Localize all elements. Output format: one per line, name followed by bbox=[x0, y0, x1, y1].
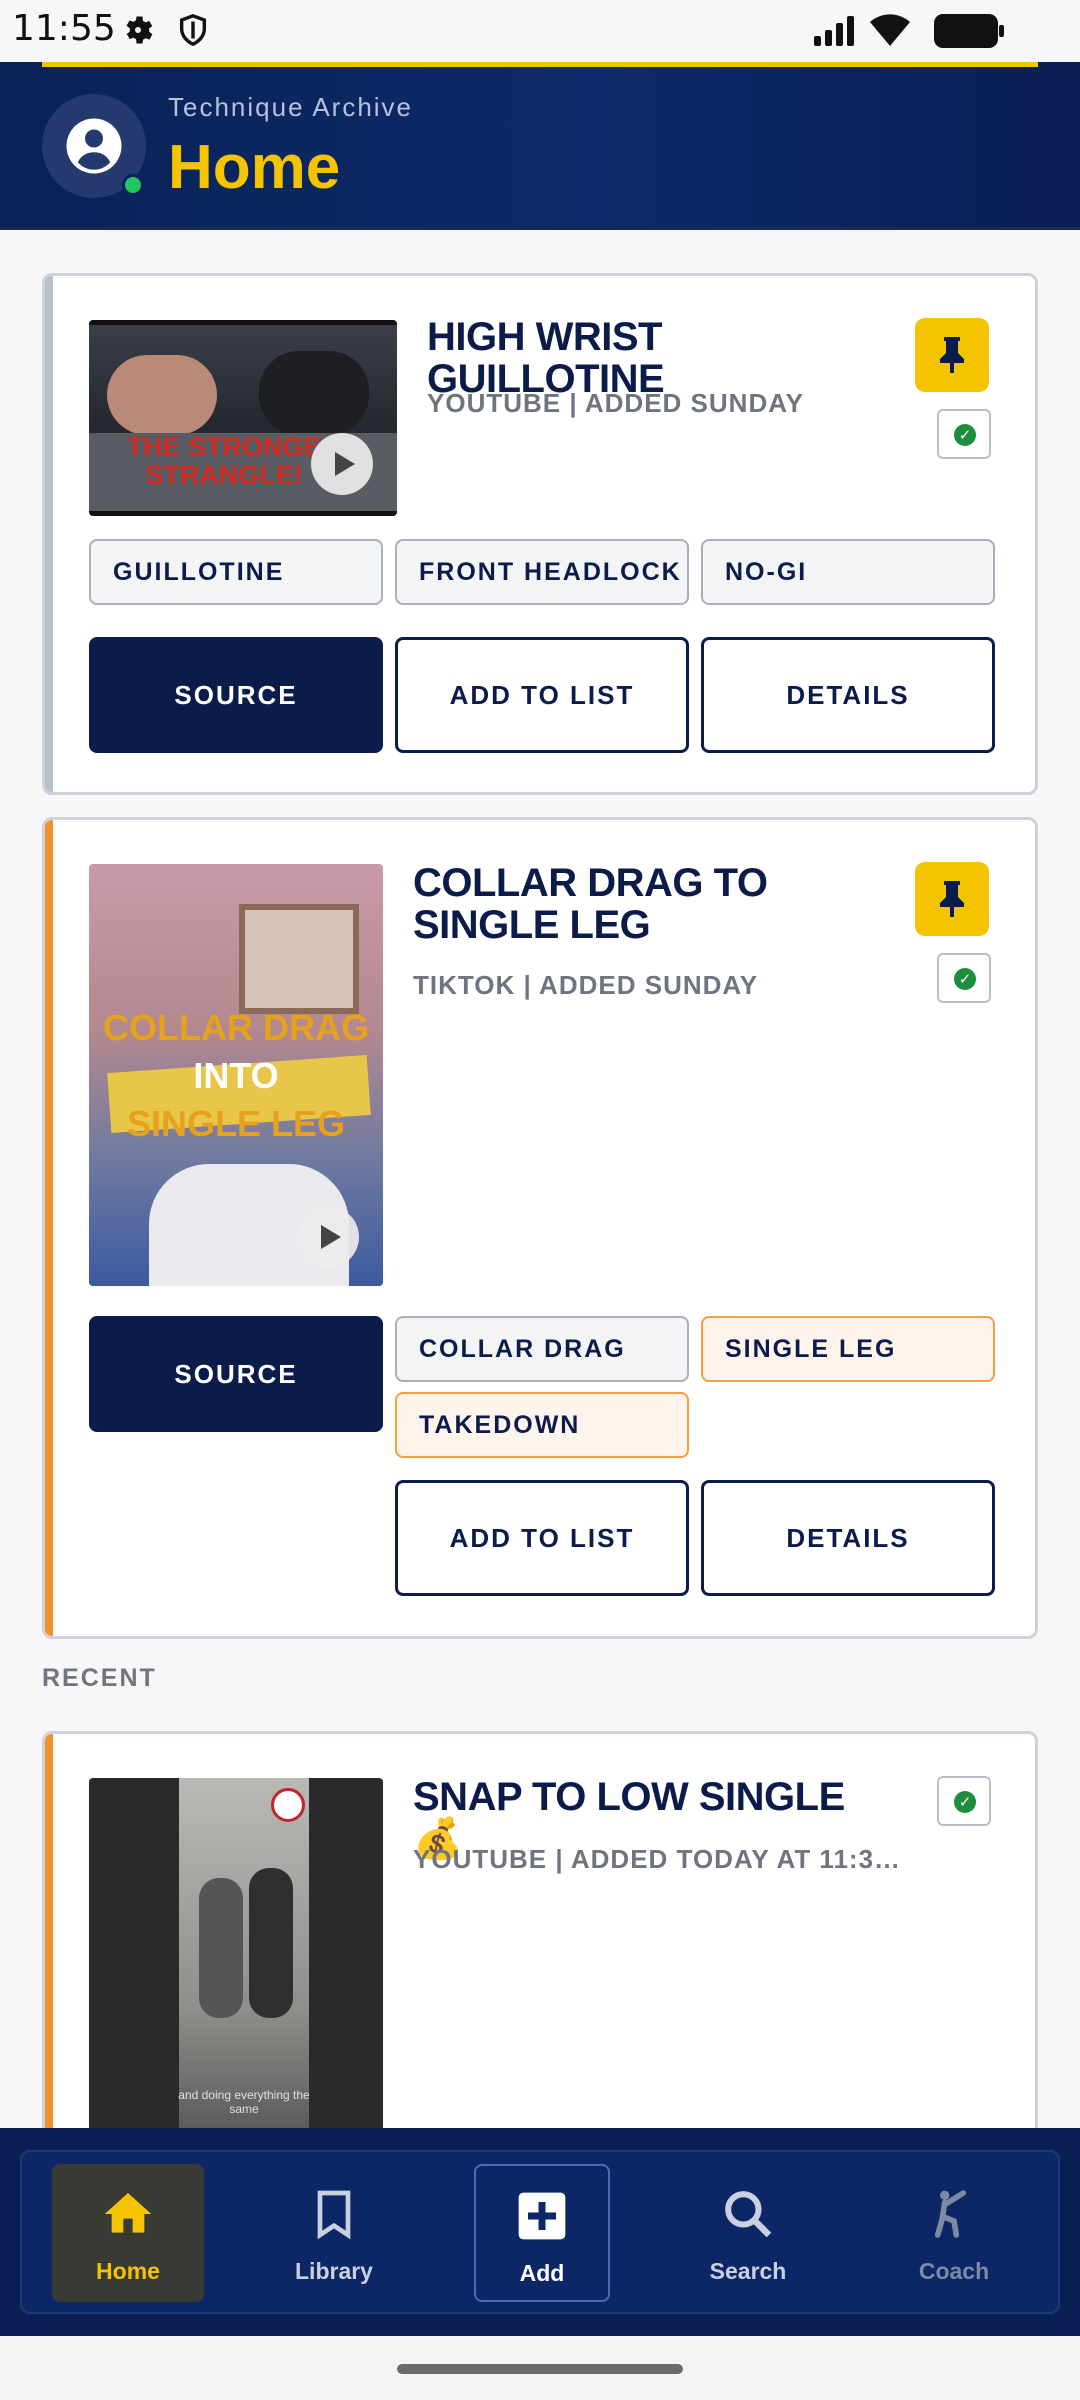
user-icon bbox=[66, 118, 122, 174]
nav-item-coach[interactable]: Coach bbox=[878, 2164, 1030, 2302]
nav-label: Add bbox=[519, 2260, 565, 2286]
nav-label: Search bbox=[709, 2258, 787, 2284]
card-stripe bbox=[45, 276, 53, 792]
home-icon bbox=[104, 2193, 152, 2233]
nav-item-home[interactable]: Home bbox=[52, 2164, 204, 2302]
home-indicator[interactable] bbox=[397, 2364, 683, 2374]
thumbnail-caption: THE STRONGE STRANGLE! bbox=[126, 432, 322, 490]
add-to-list-button[interactable]: ADD TO LIST bbox=[395, 637, 689, 753]
shield-icon bbox=[179, 14, 207, 47]
technique-card[interactable]: COLLAR DRAG INTO SINGLE LEG COLLAR DRAG … bbox=[42, 817, 1038, 1639]
kick-icon bbox=[934, 2190, 967, 2238]
nav-label: Home bbox=[96, 2258, 160, 2284]
tag-chip[interactable]: GUILLOTINE bbox=[89, 539, 383, 605]
tag-chip[interactable]: FRONT HEADLOCK bbox=[395, 539, 689, 605]
thumbnail-caption-line: COLLAR DRAG bbox=[103, 1007, 369, 1048]
nav-label: Coach bbox=[918, 2258, 990, 2284]
online-status-dot bbox=[122, 174, 144, 196]
tag-chip[interactable]: TAKEDOWN bbox=[395, 1392, 689, 1458]
settings-gear-icon bbox=[126, 16, 153, 44]
completed-checkbox[interactable]: ✓ bbox=[937, 953, 991, 1003]
nav-label: Library bbox=[295, 2258, 373, 2284]
pin-button[interactable] bbox=[915, 318, 989, 392]
details-button[interactable]: DETAILS bbox=[701, 1480, 995, 1596]
signal-icon bbox=[814, 16, 854, 46]
technique-card[interactable]: THE STRONGE STRANGLE! HIGH WRIST GUILLOT… bbox=[42, 273, 1038, 795]
page-title: Home bbox=[168, 133, 341, 202]
header-subtitle: Technique Archive bbox=[168, 92, 414, 122]
check-icon: ✓ bbox=[954, 968, 976, 990]
card-stripe bbox=[45, 820, 53, 1636]
tag-chip[interactable]: NO-GI bbox=[701, 539, 995, 605]
source-button[interactable]: SOURCE bbox=[89, 637, 383, 753]
nav-item-search[interactable]: Search bbox=[672, 2164, 824, 2302]
completed-checkbox[interactable]: ✓ bbox=[937, 1776, 991, 1826]
search-icon bbox=[725, 2191, 772, 2238]
card-meta: YOUTUBE | ADDED SUNDAY bbox=[427, 388, 804, 418]
check-icon: ✓ bbox=[954, 1791, 976, 1813]
nav-item-add[interactable]: Add bbox=[474, 2164, 610, 2302]
card-stripe bbox=[45, 1734, 53, 2188]
tag-chip[interactable]: SINGLE LEG bbox=[701, 1316, 995, 1382]
gesture-bar bbox=[0, 2336, 1080, 2400]
wifi-icon bbox=[870, 14, 910, 46]
pin-icon bbox=[940, 881, 964, 917]
nav-bar: Home Library Add Search Coach bbox=[20, 2150, 1060, 2314]
details-button[interactable]: DETAILS bbox=[701, 637, 995, 753]
status-time: 11:55 bbox=[12, 8, 116, 49]
header-accent-bar bbox=[42, 62, 1038, 67]
battery-icon bbox=[934, 14, 1004, 48]
plus-icon bbox=[518, 2192, 566, 2240]
thumbnail-caption: and doing everything the same bbox=[178, 2088, 310, 2116]
tag-chip[interactable]: COLLAR DRAG bbox=[395, 1316, 689, 1382]
section-heading-recent: RECENT bbox=[42, 1664, 157, 1692]
video-thumbnail[interactable]: COLLAR DRAG INTO SINGLE LEG bbox=[89, 864, 383, 1286]
technique-card[interactable]: and doing everything the same SNAP TO LO… bbox=[42, 1731, 1038, 2191]
completed-checkbox[interactable]: ✓ bbox=[937, 409, 991, 459]
source-button[interactable]: SOURCE bbox=[89, 1316, 383, 1432]
play-icon[interactable] bbox=[311, 433, 373, 495]
thumbnail-caption-line: SINGLE LEG bbox=[126, 1103, 346, 1144]
card-meta: TIKTOK | ADDED SUNDAY bbox=[413, 970, 759, 1000]
bottom-navigation: Home Library Add Search Coach bbox=[0, 2128, 1080, 2336]
thumbnail-caption: COLLAR DRAG INTO SINGLE LEG bbox=[89, 1004, 383, 1148]
play-icon[interactable] bbox=[297, 1206, 359, 1268]
thumbnail-caption-line: INTO bbox=[193, 1055, 279, 1096]
video-thumbnail[interactable]: THE STRONGE STRANGLE! bbox=[89, 320, 397, 516]
pin-button[interactable] bbox=[915, 862, 989, 936]
bookmark-icon bbox=[317, 2190, 351, 2240]
add-to-list-button[interactable]: ADD TO LIST bbox=[395, 1480, 689, 1596]
app-header: Technique Archive Home bbox=[0, 62, 1080, 230]
card-meta: YOUTUBE | ADDED TODAY AT 11:3… bbox=[413, 1844, 902, 1874]
status-bar: 11:55 bbox=[0, 0, 1080, 62]
card-title: COLLAR DRAG TO SINGLE LEG bbox=[413, 861, 768, 947]
pin-icon bbox=[940, 337, 964, 373]
check-icon: ✓ bbox=[954, 424, 976, 446]
nav-item-library[interactable]: Library bbox=[258, 2164, 410, 2302]
